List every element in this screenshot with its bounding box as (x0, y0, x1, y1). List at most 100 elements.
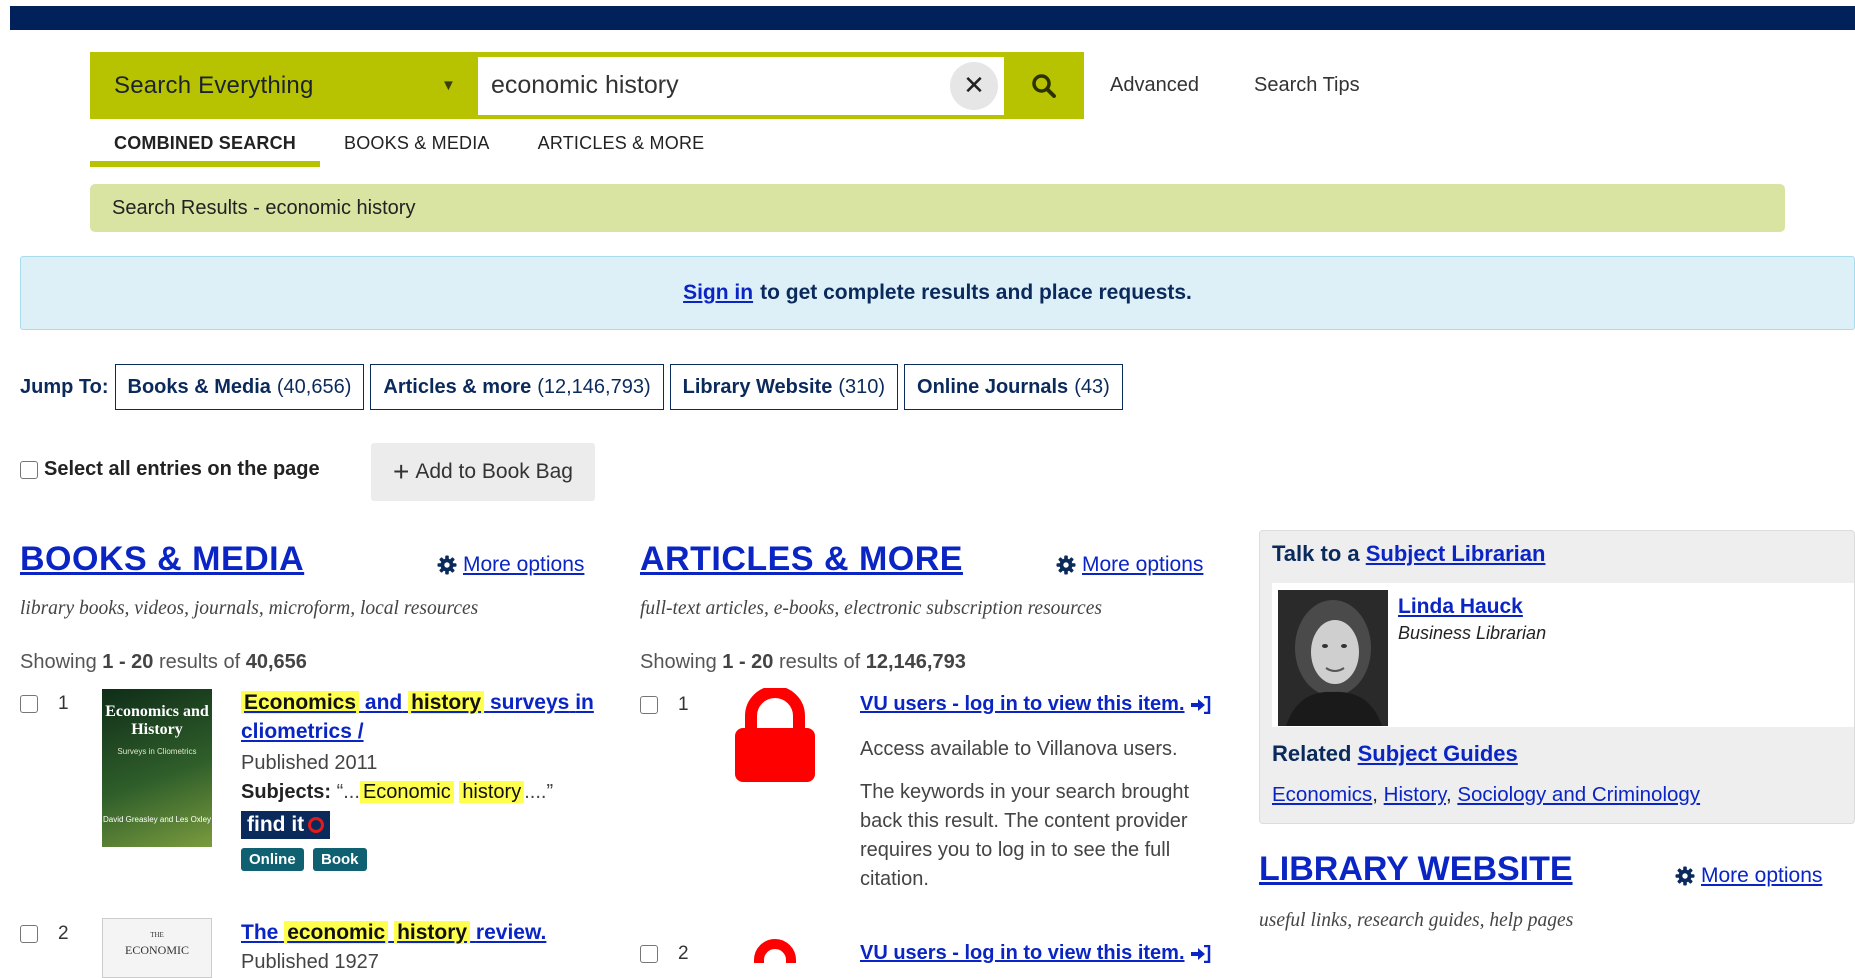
jump-articles-more-button[interactable]: Articles & more (12,146,793) (370, 364, 664, 410)
more-options-link[interactable]: More options (1082, 553, 1203, 577)
login-link-text: VU users - log in to view this item. (860, 942, 1185, 964)
search-button[interactable] (1004, 52, 1084, 119)
title-word: surveys (489, 691, 570, 714)
article-result-2-login-link[interactable]: VU users - log in to view this item. (860, 942, 1211, 965)
book-cover-1[interactable]: Economics and History Surveys in Cliomet… (102, 689, 212, 847)
showing-prefix: Showing (20, 651, 97, 673)
jump-online-journals-button[interactable]: Online Journals (43) (904, 364, 1123, 410)
format-badge-online: Online (241, 848, 304, 871)
title-word: and (364, 691, 403, 714)
book-result-1-title[interactable]: Economics and history surveys in cliomet… (241, 688, 601, 746)
clear-search-button[interactable]: ✕ (950, 61, 998, 110)
book-result-2-title[interactable]: The economic history review. (241, 918, 601, 947)
cover-title: ECONOMIC (124, 943, 189, 957)
result-checkbox[interactable] (640, 696, 658, 714)
search-box: Search Everything ▼ economic history ✕ (90, 52, 1084, 119)
gear-icon (437, 555, 457, 575)
cover-title: Economics and History (105, 703, 209, 738)
sign-in-link[interactable]: Sign in (683, 281, 753, 305)
guide-link-sociology[interactable]: Sociology and Criminology (1457, 783, 1700, 806)
jump-books-media-button[interactable]: Books & Media (40,656) (114, 364, 365, 410)
showing-prefix: Showing (640, 651, 717, 673)
lock-icon (735, 688, 815, 782)
guide-link-economics[interactable]: Economics (1272, 783, 1372, 806)
advanced-search-link[interactable]: Advanced (1110, 74, 1199, 97)
search-scope-select[interactable]: Search Everything ▼ (90, 52, 478, 119)
signin-alert: Sign in to get complete results and plac… (20, 256, 1855, 330)
result-checkbox[interactable] (20, 695, 38, 713)
select-all-checkbox[interactable] (20, 460, 38, 479)
books-showing-count: Showing 1 - 20 results of 40,656 (20, 651, 307, 674)
subject-guide-links: Economics, History, Sociology and Crimin… (1272, 783, 1701, 806)
search-icon (1032, 73, 1056, 98)
book-result-1-select: 1 (20, 693, 69, 715)
articles-more-heading[interactable]: ARTICLES & MORE (640, 540, 963, 579)
guide-link-history[interactable]: History (1384, 783, 1446, 806)
showing-range: 1 - 20 (722, 651, 774, 673)
find-it-button[interactable]: find it (241, 811, 331, 839)
tab-combined-search[interactable]: COMBINED SEARCH (90, 132, 320, 167)
book-result-2-select: 2 (20, 923, 69, 945)
article-result-1-select: 1 (640, 694, 689, 716)
article-result-1-note: The keywords in your search brought back… (860, 781, 1190, 890)
jump-item-name: Library Website (682, 375, 833, 398)
more-options-link[interactable]: More options (1701, 864, 1822, 888)
cover-top: THE (150, 931, 164, 939)
add-to-book-bag-button[interactable]: + Add to Book Bag (371, 443, 595, 501)
librarian-photo (1278, 590, 1388, 726)
jump-to-bar: Jump To: Books & Media (40,656) Articles … (20, 364, 1129, 410)
books-description: library books, videos, journals, microfo… (20, 598, 479, 619)
search-input[interactable]: economic history ✕ (478, 56, 1004, 115)
result-number: 2 (678, 943, 689, 964)
result-checkbox[interactable] (20, 925, 38, 943)
article-result-1-access: Access available to Villanova users. (860, 738, 1178, 760)
library-website-more-options[interactable]: More options (1675, 864, 1822, 888)
gear-icon (1675, 866, 1695, 886)
librarian-role: Business Librarian (1398, 623, 1547, 643)
add-to-book-bag-label: Add to Book Bag (415, 460, 573, 483)
showing-total: 40,656 (245, 651, 307, 673)
book-result-1-published: Published 2011 (241, 752, 378, 774)
jump-item-count: (43) (1074, 375, 1110, 398)
format-badge-book: Book (313, 848, 367, 871)
articles-more-options[interactable]: More options (1056, 553, 1203, 577)
books-more-options[interactable]: More options (437, 553, 584, 577)
subjects-close: ....” (524, 781, 554, 803)
find-it-ring-icon (308, 817, 325, 833)
result-number: 2 (58, 923, 69, 944)
highlight: history (394, 921, 471, 944)
select-all-label: Select all entries on the page (44, 458, 320, 480)
related-guides-heading: Related Subject Guides (1272, 741, 1518, 767)
close-icon: ✕ (963, 70, 985, 100)
more-options-link[interactable]: More options (463, 553, 584, 577)
highlight: Economics (241, 691, 360, 714)
library-website-heading[interactable]: LIBRARY WEBSITE (1259, 850, 1573, 889)
jump-to-label: Jump To: (20, 375, 109, 398)
gear-icon (1056, 555, 1076, 575)
books-media-heading[interactable]: BOOKS & MEDIA (20, 540, 304, 579)
articles-showing-count: Showing 1 - 20 results of 12,146,793 (640, 651, 966, 674)
tab-articles-more[interactable]: ARTICLES & MORE (514, 132, 729, 167)
jump-item-count: (310) (838, 375, 886, 398)
signin-message: to get complete results and place reques… (760, 281, 1192, 304)
subjects-open: “... (336, 781, 360, 803)
sign-in-arrow-icon (1190, 695, 1211, 714)
result-number: 1 (58, 693, 69, 714)
tab-books-media[interactable]: BOOKS & MEDIA (320, 132, 514, 167)
subject-guides-link[interactable]: Subject Guides (1358, 741, 1518, 766)
showing-range: 1 - 20 (102, 651, 154, 673)
subject-librarian-link[interactable]: Subject Librarian (1366, 541, 1546, 566)
title-link[interactable]: The economic history review. (241, 921, 546, 944)
jump-library-website-button[interactable]: Library Website (310) (669, 364, 899, 410)
search-tips-link[interactable]: Search Tips (1254, 74, 1360, 97)
book-cover-2[interactable]: THE ECONOMIC (102, 918, 212, 978)
article-result-1-login-link[interactable]: VU users - log in to view this item. (860, 693, 1211, 716)
login-link-text: VU users - log in to view this item. (860, 693, 1185, 715)
find-it-label: find it (247, 813, 305, 836)
librarian-name-link[interactable]: Linda Hauck (1398, 595, 1523, 619)
plus-icon: + (393, 456, 410, 487)
talk-prefix: Talk to a (1272, 541, 1360, 566)
sign-in-arrow-icon (1190, 944, 1211, 963)
title-link[interactable]: Economics and history surveys in cliomet… (241, 691, 594, 743)
result-checkbox[interactable] (640, 945, 658, 963)
